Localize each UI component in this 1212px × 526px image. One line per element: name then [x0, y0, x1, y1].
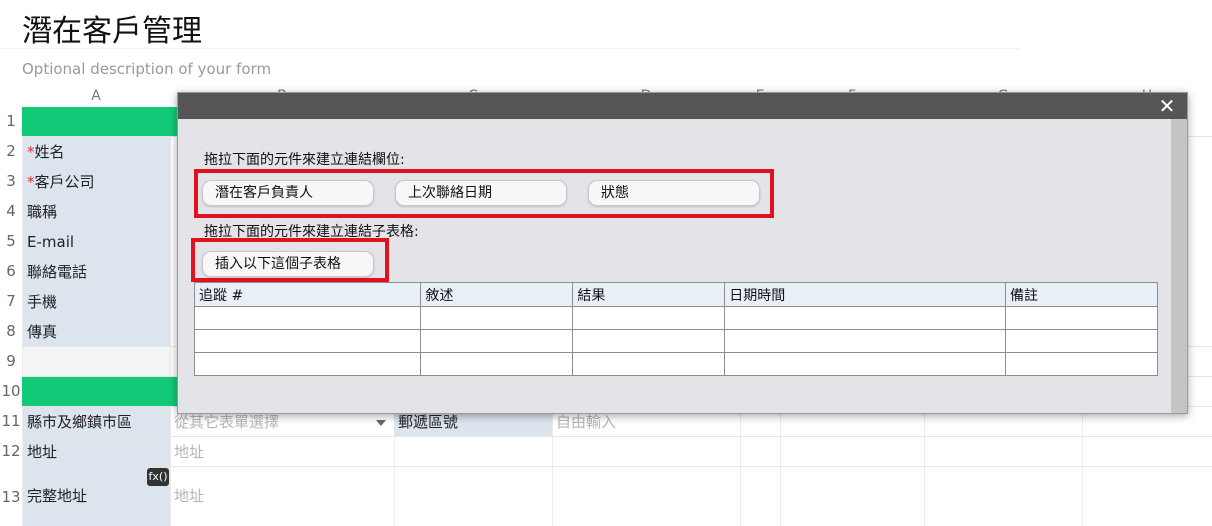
- row-number[interactable]: 2: [0, 142, 22, 160]
- row-number[interactable]: 8: [0, 322, 22, 340]
- chevron-down-icon[interactable]: [376, 420, 386, 426]
- subtable-preview: 追蹤 # 敘述 結果 日期時間 備註: [193, 282, 1158, 376]
- table-cell: [193, 329, 422, 353]
- row-number[interactable]: 1: [0, 112, 22, 130]
- table-cell: [572, 329, 726, 353]
- table-cell: [1005, 352, 1158, 376]
- row-number[interactable]: 6: [0, 262, 22, 280]
- link-fields-prompt: 拖拉下面的元件來建立連結欄位:: [204, 152, 405, 168]
- table-row: [193, 352, 1158, 376]
- column-header-a[interactable]: A: [22, 86, 170, 106]
- row-number[interactable]: 10: [0, 382, 22, 400]
- row-number[interactable]: 3: [0, 172, 22, 190]
- row-number[interactable]: 11: [0, 412, 22, 430]
- table-cell: [572, 352, 726, 376]
- address-input[interactable]: 地址: [170, 437, 740, 466]
- table-header-row: 追蹤 # 敘述 結果 日期時間 備註: [193, 282, 1158, 307]
- field-label-county[interactable]: 縣市及鄉鎮市區: [23, 407, 170, 436]
- form-title[interactable]: 潛在客戶管理: [22, 6, 202, 50]
- table-cell: [724, 352, 1007, 376]
- table-cell: [572, 306, 726, 330]
- field-label-mobile[interactable]: 手機: [23, 287, 170, 317]
- table-cell: [420, 306, 574, 330]
- row-number[interactable]: 4: [0, 202, 22, 220]
- table-cell: [420, 352, 574, 376]
- link-field-status[interactable]: 狀態: [588, 180, 760, 206]
- table-cell: [724, 306, 1007, 330]
- row-number[interactable]: 13: [0, 488, 22, 506]
- link-fields-dialog: ✕ 拖拉下面的元件來建立連結欄位: 潛在客戶負責人 上次聯絡日期 狀態 拖拉下面…: [177, 92, 1188, 414]
- link-field-owner[interactable]: 潛在客戶負責人: [202, 180, 374, 206]
- form-description[interactable]: Optional description of your form: [22, 60, 271, 78]
- row-number[interactable]: 5: [0, 232, 22, 250]
- table-header: 追蹤 #: [193, 282, 422, 307]
- table-cell: [193, 306, 422, 330]
- row-number[interactable]: 12: [0, 442, 22, 460]
- field-label-company[interactable]: *客戶公司: [23, 167, 170, 197]
- field-label-phone[interactable]: 聯絡電話: [23, 257, 170, 287]
- field-label-job-title[interactable]: 職稱: [23, 197, 170, 227]
- field-label-fax[interactable]: 傳真: [23, 317, 170, 346]
- table-cell: [420, 329, 574, 353]
- insert-subtable-button[interactable]: 插入以下這個子表格: [202, 251, 374, 277]
- table-cell: [193, 352, 422, 376]
- row-number[interactable]: 7: [0, 292, 22, 310]
- table-row: [193, 306, 1158, 330]
- dialog-title-bar[interactable]: [178, 93, 1187, 119]
- dialog-scrollbar[interactable]: [1171, 119, 1187, 413]
- field-label-name[interactable]: *姓名: [23, 137, 170, 167]
- table-header: 敘述: [420, 282, 574, 307]
- formula-badge[interactable]: fx(): [147, 468, 169, 486]
- table-header: 備註: [1005, 282, 1158, 307]
- table-cell: [1005, 329, 1158, 353]
- field-label-address[interactable]: 地址: [23, 437, 170, 466]
- link-field-last-contact-date[interactable]: 上次聯絡日期: [395, 180, 567, 206]
- table-row: [193, 329, 1158, 353]
- title-divider: [0, 48, 1020, 49]
- table-header: 結果: [572, 282, 726, 307]
- field-label-email[interactable]: E-mail: [23, 227, 170, 257]
- empty-cell[interactable]: [23, 347, 170, 376]
- field-label-text: 姓名: [34, 143, 65, 161]
- required-mark: *: [27, 143, 35, 161]
- full-address-input[interactable]: 地址: [170, 467, 740, 526]
- close-icon[interactable]: ✕: [1157, 93, 1177, 119]
- row-number[interactable]: 9: [0, 352, 22, 370]
- required-mark: *: [27, 173, 35, 191]
- field-label-text: 客戶公司: [34, 173, 95, 191]
- table-header: 日期時間: [724, 282, 1007, 307]
- table-cell: [724, 329, 1007, 353]
- table-cell: [1005, 306, 1158, 330]
